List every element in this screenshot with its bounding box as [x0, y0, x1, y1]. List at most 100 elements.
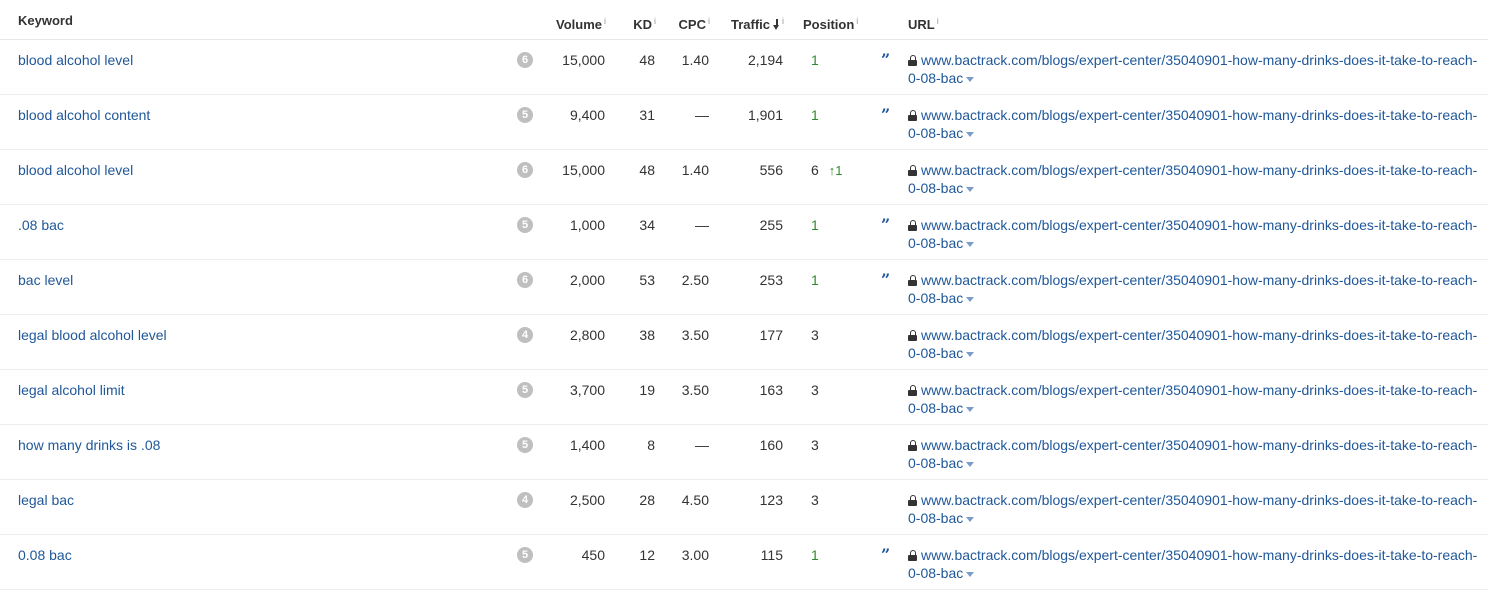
- url-link[interactable]: www.bactrack.com/blogs/expert-center/350…: [908, 491, 1483, 527]
- table-row: legal alcohol limit 5 3,700 19 3.50 163 3 www.b…: [0, 370, 1488, 425]
- info-icon[interactable]: i: [654, 16, 656, 26]
- position-cell: 3: [811, 381, 819, 399]
- url-text-line1: www.bactrack.com/blogs/expert-center/350…: [921, 547, 1478, 563]
- serp-features-badge[interactable]: 5: [517, 382, 533, 398]
- info-icon[interactable]: i: [937, 16, 939, 26]
- serp-features-badge[interactable]: 4: [517, 327, 533, 343]
- cpc-value: 3.00: [681, 547, 709, 563]
- url-link[interactable]: www.bactrack.com/blogs/expert-center/350…: [908, 381, 1483, 417]
- serp-features-badge[interactable]: 6: [517, 272, 533, 288]
- volume-value: 15,000: [562, 52, 605, 68]
- url-link[interactable]: www.bactrack.com/blogs/expert-center/350…: [908, 106, 1483, 142]
- info-icon[interactable]: i: [604, 16, 606, 26]
- keyword-link[interactable]: blood alcohol level: [18, 51, 133, 69]
- serp-features-badge[interactable]: 6: [517, 52, 533, 68]
- caret-down-icon[interactable]: [966, 352, 975, 357]
- traffic-value: 115: [760, 547, 783, 563]
- caret-down-icon[interactable]: [966, 517, 975, 522]
- kd-value: 38: [639, 327, 655, 343]
- keyword-link[interactable]: legal blood alcohol level: [18, 326, 167, 344]
- url-link[interactable]: www.bactrack.com/blogs/expert-center/350…: [908, 546, 1483, 582]
- caret-down-icon[interactable]: [966, 187, 975, 192]
- traffic-value: 2,194: [747, 52, 783, 68]
- info-icon[interactable]: i: [782, 16, 784, 26]
- info-icon[interactable]: i: [856, 16, 858, 26]
- position-cell: 3: [811, 491, 819, 509]
- position-value: 3: [811, 382, 819, 398]
- caret-down-icon[interactable]: [966, 242, 975, 247]
- serp-features-badge[interactable]: 5: [517, 217, 533, 233]
- url-text-line1: www.bactrack.com/blogs/expert-center/350…: [921, 382, 1478, 398]
- position-value: 6: [811, 162, 819, 178]
- column-header-position[interactable]: Position i: [803, 13, 858, 33]
- volume-value: 2,500: [569, 492, 605, 508]
- serp-features-badge[interactable]: 5: [517, 107, 533, 123]
- info-icon[interactable]: i: [708, 16, 710, 26]
- serp-features-badge[interactable]: 4: [517, 492, 533, 508]
- column-header-kd[interactable]: KD i: [633, 13, 656, 33]
- url-link[interactable]: www.bactrack.com/blogs/expert-center/350…: [908, 436, 1483, 472]
- table-row: blood alcohol level 6 15,000 48 1.40 556 6 ↑1 ww…: [0, 150, 1488, 205]
- table-row: legal blood alcohol level 4 2,800 38 3.50 177…: [0, 315, 1488, 370]
- url-link[interactable]: www.bactrack.com/blogs/expert-center/350…: [908, 51, 1483, 87]
- column-header-url[interactable]: URL i: [908, 13, 939, 33]
- keyword-link[interactable]: .08 bac: [18, 216, 64, 234]
- organic-keywords-table: Keyword Volume i KD i CPC i Traffic i Positi…: [0, 0, 1488, 590]
- caret-down-icon[interactable]: [966, 297, 975, 302]
- table-row: blood alcohol content 5 9,400 31 — 1,901 1 ” www…: [0, 95, 1488, 150]
- url-link[interactable]: www.bactrack.com/blogs/expert-center/350…: [908, 271, 1483, 307]
- keyword-link[interactable]: bac level: [18, 271, 73, 289]
- position-change: ↑1: [828, 163, 843, 178]
- caret-down-icon[interactable]: [966, 77, 975, 82]
- url-link[interactable]: www.bactrack.com/blogs/expert-center/350…: [908, 161, 1483, 197]
- featured-snippet-quote-icon: ”: [881, 215, 890, 234]
- featured-snippet-quote-icon: ”: [881, 270, 890, 289]
- keyword-link[interactable]: blood alcohol content: [18, 106, 150, 124]
- keyword-link[interactable]: blood alcohol level: [18, 161, 133, 179]
- url-text-line1: www.bactrack.com/blogs/expert-center/350…: [921, 162, 1478, 178]
- keyword-link[interactable]: legal alcohol limit: [18, 381, 125, 399]
- caret-down-icon[interactable]: [966, 572, 975, 577]
- url-link[interactable]: www.bactrack.com/blogs/expert-center/350…: [908, 216, 1483, 252]
- table-row: 0.08 bac 5 450 12 3.00 115 1 ” www.bactrack.com/…: [0, 535, 1488, 590]
- column-header-volume[interactable]: Volume i: [556, 13, 606, 33]
- position-value: 1: [811, 107, 819, 123]
- url-link[interactable]: www.bactrack.com/blogs/expert-center/350…: [908, 326, 1483, 362]
- keyword-link[interactable]: how many drinks is .08: [18, 436, 160, 454]
- kd-value: 53: [639, 272, 655, 288]
- url-text-line2: 0-08-bac: [908, 179, 1483, 197]
- traffic-value: 160: [759, 437, 783, 453]
- column-header-keyword[interactable]: Keyword: [18, 13, 73, 29]
- serp-features-badge[interactable]: 5: [517, 437, 533, 453]
- url-text-line2: 0-08-bac: [908, 454, 1483, 472]
- position-cell: 1: [811, 106, 819, 124]
- serp-features-badge[interactable]: 6: [517, 162, 533, 178]
- caret-down-icon[interactable]: [966, 132, 975, 137]
- keyword-link[interactable]: 0.08 bac: [18, 546, 72, 564]
- kd-value: 12: [639, 547, 655, 563]
- serp-features-badge[interactable]: 5: [517, 547, 533, 563]
- kd-value: 8: [647, 437, 655, 453]
- position-value: 1: [811, 217, 819, 233]
- position-value: 3: [811, 437, 819, 453]
- column-header-traffic[interactable]: Traffic i: [731, 13, 784, 33]
- cpc-value: 2.50: [681, 272, 709, 288]
- position-cell: 1: [811, 271, 819, 289]
- traffic-value: 177: [759, 327, 783, 343]
- keyword-link[interactable]: legal bac: [18, 491, 74, 509]
- position-value: 3: [811, 327, 819, 343]
- cpc-value: 1.40: [681, 52, 709, 68]
- traffic-value: 123: [759, 492, 783, 508]
- caret-down-icon[interactable]: [966, 462, 975, 467]
- volume-value: 1,000: [569, 217, 605, 233]
- position-cell: 6 ↑1: [811, 161, 843, 180]
- url-text-line2: 0-08-bac: [908, 69, 1483, 87]
- url-text-line1: www.bactrack.com/blogs/expert-center/350…: [921, 107, 1478, 123]
- lock-icon: [908, 275, 917, 286]
- lock-icon: [908, 330, 917, 341]
- column-header-cpc[interactable]: CPC i: [679, 13, 710, 33]
- traffic-value: 556: [759, 162, 783, 178]
- position-cell: 3: [811, 326, 819, 344]
- caret-down-icon[interactable]: [966, 407, 975, 412]
- cpc-value: —: [695, 437, 709, 453]
